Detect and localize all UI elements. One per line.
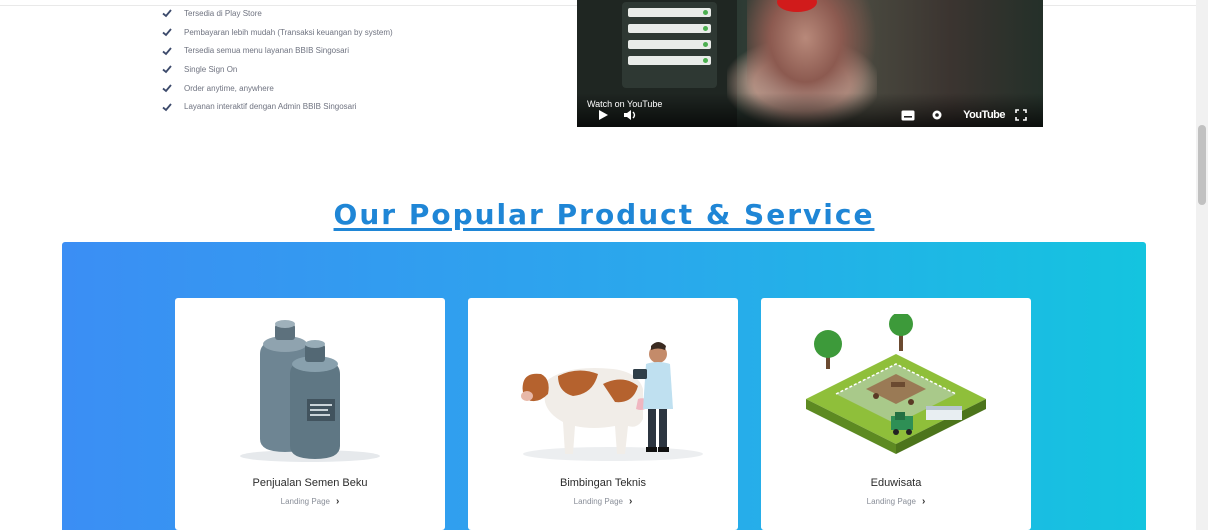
phone-menu-row	[628, 8, 711, 17]
feature-text: Tersedia semua menu layanan BBIB Singosa…	[184, 46, 349, 56]
check-icon	[162, 28, 172, 37]
video-phone-mockup	[622, 2, 717, 88]
chevron-right-icon: ›	[336, 496, 340, 507]
video-player[interactable]: Watch on YouTube YouTube	[577, 0, 1043, 127]
product-card-eduwisata[interactable]: Eduwisata Landing Page ›	[761, 298, 1031, 530]
page-scrollbar[interactable]	[1196, 0, 1208, 530]
feature-item: Tersedia semua menu layanan BBIB Singosa…	[162, 41, 393, 60]
play-icon[interactable]	[597, 109, 609, 121]
feature-text: Pembayaran lebih mudah (Transaksi keuang…	[184, 27, 393, 37]
feature-text: Tersedia di Play Store	[184, 8, 262, 18]
chevron-right-icon: ›	[922, 496, 926, 507]
landing-page-label: Landing Page	[866, 497, 917, 506]
section-title: Our Popular Product & Service	[0, 198, 1208, 231]
card-title: Penjualan Semen Beku	[252, 477, 368, 489]
chevron-right-icon: ›	[629, 496, 633, 507]
feature-item: Single Sign On	[162, 60, 393, 79]
product-card-bimbingan-teknis[interactable]: Bimbingan Teknis Landing Page ›	[468, 298, 738, 530]
liquid-nitrogen-container-icon	[240, 320, 380, 462]
watch-on-youtube-link[interactable]: Watch on YouTube	[587, 99, 662, 109]
landing-page-label: Landing Page	[573, 497, 624, 506]
landing-page-link[interactable]: Landing Page ›	[468, 496, 738, 507]
card-title: Bimbingan Teknis	[559, 477, 646, 489]
landing-page-label: Landing Page	[280, 497, 331, 506]
feature-text: Layanan interaktif dengan Admin BBIB Sin…	[184, 102, 357, 112]
check-icon	[162, 9, 172, 18]
scrollbar-thumb[interactable]	[1198, 125, 1206, 205]
feature-text: Order anytime, anywhere	[184, 83, 274, 93]
fullscreen-icon[interactable]	[1015, 109, 1027, 121]
phone-menu-row	[628, 56, 711, 65]
volume-icon[interactable]	[623, 109, 637, 121]
product-card-semen-beku[interactable]: Penjualan Semen Beku Landing Page ›	[175, 298, 445, 530]
check-icon	[162, 47, 172, 55]
landing-page-link[interactable]: Landing Page ›	[175, 496, 445, 507]
check-icon	[162, 65, 172, 74]
cow-inspection-icon	[521, 342, 703, 461]
page: Tersedia di Play Store Pembayaran lebih …	[0, 0, 1208, 530]
settings-icon[interactable]	[931, 109, 943, 121]
phone-menu-row	[628, 24, 711, 33]
landing-page-link[interactable]: Landing Page ›	[761, 496, 1031, 507]
phone-menu-row	[628, 40, 711, 49]
feature-item: Layanan interaktif dengan Admin BBIB Sin…	[162, 97, 393, 116]
feature-item: Pembayaran lebih mudah (Transaksi keuang…	[162, 23, 393, 42]
feature-list: Tersedia di Play Store Pembayaran lebih …	[162, 4, 393, 116]
feature-item: Order anytime, anywhere	[162, 79, 393, 98]
youtube-logo[interactable]: YouTube	[963, 109, 1005, 121]
feature-text: Single Sign On	[184, 64, 238, 74]
subtitles-icon[interactable]	[901, 110, 915, 121]
card-title: Eduwisata	[870, 477, 922, 489]
farm-tour-icon	[806, 314, 986, 454]
check-icon	[162, 103, 172, 112]
section-title-text: Our Popular Product & Service	[333, 198, 875, 231]
feature-item: Tersedia di Play Store	[162, 4, 393, 23]
check-icon	[162, 84, 172, 93]
